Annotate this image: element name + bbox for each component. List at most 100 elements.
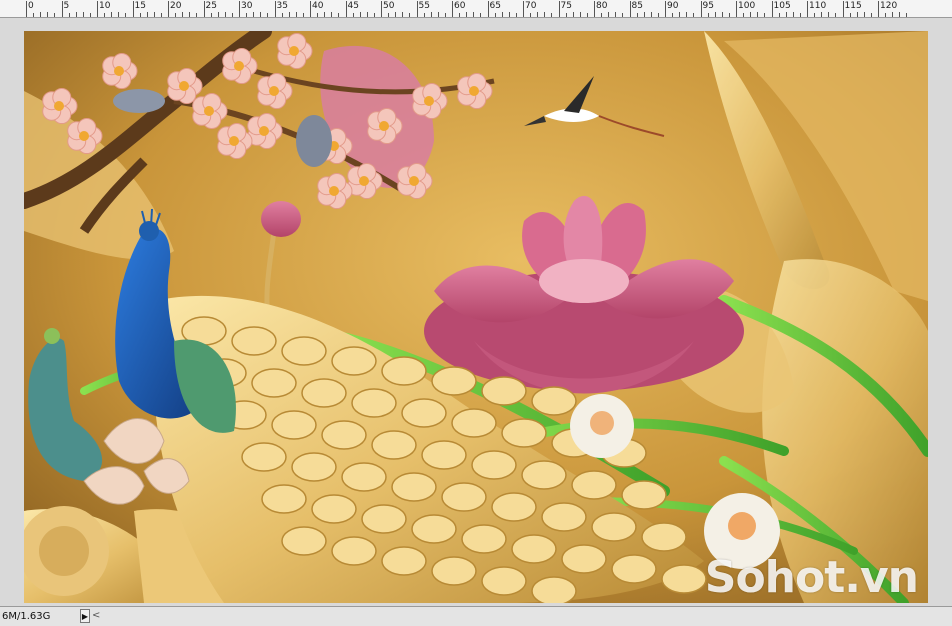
ruler-label: 55 bbox=[418, 1, 430, 11]
ruler-label: 110 bbox=[809, 1, 827, 11]
ruler-minor-tick bbox=[139, 13, 141, 17]
scroll-left-icon[interactable]: < bbox=[92, 610, 100, 621]
ruler-major-tick bbox=[523, 1, 524, 17]
blossom-center bbox=[469, 86, 479, 96]
ruler-minor-tick bbox=[182, 12, 184, 17]
ruler-minor-tick bbox=[324, 12, 326, 17]
ruler-major-tick bbox=[629, 1, 631, 17]
artwork-image bbox=[24, 31, 928, 603]
ruler-label: 10 bbox=[99, 1, 111, 11]
status-menu-arrow-icon[interactable]: ▶ bbox=[80, 609, 90, 623]
ruler-minor-tick bbox=[892, 12, 894, 17]
document-size-readout: 6M/1.63G bbox=[2, 611, 51, 622]
tail-feather bbox=[431, 556, 477, 586]
ruler-minor-tick bbox=[473, 12, 475, 17]
tail-feather bbox=[381, 546, 427, 576]
ruler-minor-tick bbox=[224, 12, 226, 17]
tail-feather bbox=[331, 536, 377, 566]
ruler-major-tick bbox=[61, 1, 63, 17]
blossom-center bbox=[424, 96, 434, 106]
ruler-minor-tick bbox=[657, 13, 659, 17]
tail-feather bbox=[471, 450, 517, 480]
ruler-minor-tick bbox=[601, 13, 603, 17]
tail-feather bbox=[451, 408, 497, 438]
ruler-major-tick bbox=[771, 1, 773, 17]
tail-feather bbox=[341, 462, 387, 492]
blossom-center bbox=[229, 136, 239, 146]
ruler-label: 0 bbox=[28, 1, 34, 11]
ruler-minor-tick bbox=[444, 13, 446, 17]
tail-feather bbox=[321, 420, 367, 450]
tail-feather bbox=[281, 526, 327, 556]
ruler-minor-tick bbox=[146, 12, 148, 17]
ruler-minor-tick bbox=[111, 12, 113, 17]
ruler-minor-tick bbox=[643, 12, 645, 17]
ruler-minor-tick bbox=[217, 12, 219, 17]
ruler-major-tick bbox=[26, 1, 27, 17]
watermark-text: Sohot.vn bbox=[704, 552, 919, 603]
ruler-minor-tick bbox=[395, 12, 397, 17]
ruler-major-tick bbox=[807, 1, 808, 17]
ruler-minor-tick bbox=[153, 12, 155, 17]
tail-feather bbox=[251, 368, 297, 398]
ruler-minor-tick bbox=[352, 13, 354, 17]
horizontal-ruler[interactable]: 0 5 10 15 20 25 30 35 40 45 50 55 60 65 70 75 80 85 90 95 10… bbox=[0, 0, 952, 18]
ruler-minor-tick bbox=[565, 13, 567, 17]
ruler-minor-tick bbox=[835, 13, 837, 17]
ruler-minor-tick bbox=[792, 12, 794, 17]
ruler-minor-tick bbox=[118, 12, 120, 17]
ruler-minor-tick bbox=[757, 12, 759, 17]
ruler-major-tick bbox=[274, 1, 276, 17]
ruler-major-tick bbox=[345, 1, 347, 17]
tail-feather bbox=[231, 326, 277, 356]
tail-feather bbox=[371, 430, 417, 460]
ruler-label: 30 bbox=[241, 1, 253, 11]
tail-feather bbox=[261, 484, 307, 514]
ruler-major-tick bbox=[381, 1, 382, 17]
tail-feather bbox=[281, 336, 327, 366]
ruler-minor-tick bbox=[863, 12, 865, 17]
ruler-label: 60 bbox=[454, 1, 466, 11]
ruler-minor-tick bbox=[125, 13, 127, 17]
document-canvas[interactable]: Sohot.vn bbox=[24, 31, 928, 603]
ruler-minor-tick bbox=[33, 13, 35, 17]
ruler-label: 65 bbox=[489, 1, 501, 11]
tail-feather bbox=[541, 502, 587, 532]
ruler-minor-tick bbox=[253, 12, 255, 17]
ruler-minor-tick bbox=[104, 13, 106, 17]
ruler-label: 70 bbox=[525, 1, 537, 11]
ruler-minor-tick bbox=[814, 13, 816, 17]
ruler-minor-tick bbox=[579, 12, 581, 17]
ruler-major-tick bbox=[700, 1, 702, 17]
ruler-minor-tick bbox=[54, 13, 56, 17]
ruler-minor-tick bbox=[508, 12, 510, 17]
ruler-minor-tick bbox=[338, 13, 340, 17]
ruler-minor-tick bbox=[622, 13, 624, 17]
ruler-minor-tick bbox=[693, 13, 695, 17]
tail-feather bbox=[641, 522, 687, 552]
ruler-major-tick bbox=[310, 1, 311, 17]
ruler-minor-tick bbox=[89, 13, 91, 17]
ruler-minor-tick bbox=[714, 12, 716, 17]
ruler-label: 100 bbox=[738, 1, 756, 11]
blossom-center bbox=[54, 101, 64, 111]
ruler-label: 105 bbox=[773, 1, 791, 11]
blossom-center bbox=[409, 176, 419, 186]
ruler-label: 80 bbox=[596, 1, 608, 11]
ruler-major-tick bbox=[97, 1, 98, 17]
ruler-minor-tick bbox=[267, 13, 269, 17]
tail-feather bbox=[611, 554, 657, 584]
tail-feather bbox=[421, 440, 467, 470]
blossom-center bbox=[114, 66, 124, 76]
ruler-minor-tick bbox=[459, 13, 461, 17]
ruler-minor-tick bbox=[870, 13, 872, 17]
ruler-minor-tick bbox=[501, 12, 503, 17]
ruler-minor-tick bbox=[750, 12, 752, 17]
ruler-minor-tick bbox=[672, 13, 674, 17]
ruler-major-tick bbox=[487, 1, 489, 17]
ruler-minor-tick bbox=[764, 13, 766, 17]
ruler-minor-tick bbox=[544, 12, 546, 17]
blossom-center bbox=[259, 126, 269, 136]
ruler-major-tick bbox=[594, 1, 595, 17]
ruler-major-tick bbox=[239, 1, 240, 17]
